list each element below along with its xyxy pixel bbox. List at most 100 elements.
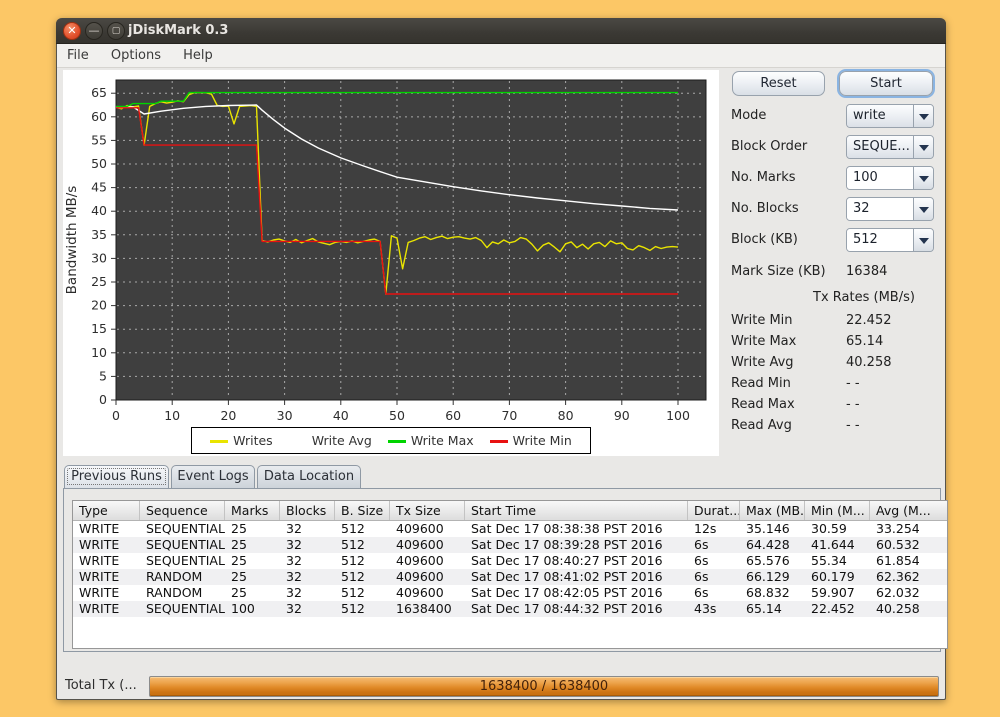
table-row[interactable]: WRITESEQUENTIAL2532512409600Sat Dec 17 0… bbox=[73, 521, 947, 537]
y-axis-label: Bandwidth MB/s bbox=[64, 186, 80, 295]
menubar: File Options Help bbox=[57, 44, 945, 68]
y-tick-label: 60 bbox=[91, 109, 107, 124]
table-cell: 25 bbox=[225, 569, 280, 585]
column-header[interactable]: Max (MB... bbox=[740, 501, 805, 520]
x-tick-label: 80 bbox=[558, 408, 574, 423]
block-order-value: SEQUE... bbox=[847, 136, 913, 158]
read-min-value: - - bbox=[846, 374, 860, 394]
table-cell: 65.14 bbox=[740, 601, 805, 617]
x-tick-label: 30 bbox=[277, 408, 293, 423]
y-tick-label: 30 bbox=[91, 250, 107, 265]
table-cell: 65.576 bbox=[740, 553, 805, 569]
write-max-value: 65.14 bbox=[846, 332, 883, 352]
column-header[interactable]: Sequence bbox=[140, 501, 225, 520]
table-row[interactable]: WRITESEQUENTIAL2532512409600Sat Dec 17 0… bbox=[73, 553, 947, 569]
column-header[interactable]: Start Time bbox=[465, 501, 688, 520]
block-order-select[interactable]: SEQUE... bbox=[846, 135, 934, 159]
table-row[interactable]: WRITESEQUENTIAL2532512409600Sat Dec 17 0… bbox=[73, 537, 947, 553]
table-cell: 409600 bbox=[390, 553, 465, 569]
mode-select[interactable]: write bbox=[846, 104, 934, 128]
column-header[interactable]: Marks bbox=[225, 501, 280, 520]
no-marks-label: No. Marks bbox=[731, 166, 841, 190]
legend-swatch-icon bbox=[289, 440, 307, 443]
table-row[interactable]: WRITERANDOM2532512409600Sat Dec 17 08:41… bbox=[73, 569, 947, 585]
no-blocks-select[interactable]: 32 bbox=[846, 197, 934, 221]
maximize-icon[interactable]: ▢ bbox=[107, 22, 125, 40]
legend-label: Write Min bbox=[513, 433, 572, 448]
table-cell: 60.179 bbox=[805, 569, 870, 585]
no-marks-value[interactable]: 100 bbox=[847, 167, 913, 189]
read-max-label: Read Max bbox=[731, 395, 795, 415]
read-avg-label: Read Avg bbox=[731, 416, 792, 436]
table-row[interactable]: WRITESEQUENTIAL100325121638400Sat Dec 17… bbox=[73, 601, 947, 617]
table-cell: Sat Dec 17 08:41:02 PST 2016 bbox=[465, 569, 688, 585]
chevron-down-icon[interactable] bbox=[913, 167, 933, 189]
x-tick-label: 50 bbox=[389, 408, 405, 423]
legend-swatch-icon bbox=[210, 440, 228, 443]
table-cell: 32 bbox=[280, 569, 335, 585]
table-cell: SEQUENTIAL bbox=[140, 601, 225, 617]
table-cell: 22.452 bbox=[805, 601, 870, 617]
column-header[interactable]: Tx Size bbox=[390, 501, 465, 520]
x-tick-label: 40 bbox=[333, 408, 349, 423]
no-marks-select[interactable]: 100 bbox=[846, 166, 934, 190]
y-tick-label: 0 bbox=[99, 392, 107, 407]
block-kb-value[interactable]: 512 bbox=[847, 229, 913, 251]
table-cell: 35.146 bbox=[740, 521, 805, 537]
minimize-icon[interactable]: — bbox=[85, 22, 103, 40]
table-cell: 6s bbox=[688, 537, 740, 553]
column-header[interactable]: B. Size bbox=[335, 501, 390, 520]
total-tx-progressbar: 1638400 / 1638400 bbox=[149, 676, 939, 697]
menu-options[interactable]: Options bbox=[104, 44, 168, 63]
bandwidth-chart: 0510152025303540455055606501020304050607… bbox=[63, 70, 719, 456]
table-cell: 409600 bbox=[390, 521, 465, 537]
table-cell: 100 bbox=[225, 601, 280, 617]
menu-file[interactable]: File bbox=[60, 44, 96, 63]
read-min-label: Read Min bbox=[731, 374, 791, 394]
column-header[interactable]: Avg (M... bbox=[870, 501, 948, 520]
table-cell: WRITE bbox=[73, 569, 140, 585]
x-tick-label: 100 bbox=[666, 408, 690, 423]
table-cell: 12s bbox=[688, 521, 740, 537]
total-tx-label: Total Tx (... bbox=[65, 675, 137, 697]
chevron-down-icon[interactable] bbox=[913, 136, 933, 158]
chart-canvas: 0510152025303540455055606501020304050607… bbox=[63, 70, 719, 456]
column-header[interactable]: Blocks bbox=[280, 501, 335, 520]
menu-help[interactable]: Help bbox=[176, 44, 220, 63]
tab-data-location[interactable]: Data Location bbox=[257, 465, 361, 488]
desktop-background: ✕ — ▢ jDiskMark 0.3 File Options Help 0 5… bbox=[0, 0, 1000, 717]
reset-button[interactable]: Reset bbox=[732, 71, 825, 96]
table-row[interactable]: WRITERANDOM2532512409600Sat Dec 17 08:42… bbox=[73, 585, 947, 601]
x-tick-label: 10 bbox=[164, 408, 180, 423]
y-tick-label: 35 bbox=[91, 227, 107, 242]
tab-previous-runs[interactable]: Previous Runs bbox=[64, 465, 169, 488]
chevron-down-icon[interactable] bbox=[913, 198, 933, 220]
chevron-down-icon[interactable] bbox=[913, 229, 933, 251]
no-blocks-value[interactable]: 32 bbox=[847, 198, 913, 220]
table-cell: 32 bbox=[280, 585, 335, 601]
progress-text: 1638400 / 1638400 bbox=[150, 677, 938, 696]
start-button[interactable]: Start bbox=[839, 71, 933, 96]
tab-event-logs[interactable]: Event Logs bbox=[171, 465, 255, 488]
column-header[interactable]: Type bbox=[73, 501, 140, 520]
legend-label: Write Max bbox=[411, 433, 474, 448]
table-cell: WRITE bbox=[73, 537, 140, 553]
table-cell: 55.34 bbox=[805, 553, 870, 569]
block-kb-select[interactable]: 512 bbox=[846, 228, 934, 252]
table-cell: 512 bbox=[335, 553, 390, 569]
table-cell: 512 bbox=[335, 521, 390, 537]
titlebar[interactable]: ✕ — ▢ jDiskMark 0.3 bbox=[56, 18, 946, 44]
table-cell: 1638400 bbox=[390, 601, 465, 617]
table-cell: 25 bbox=[225, 521, 280, 537]
y-tick-label: 65 bbox=[91, 85, 107, 100]
mode-value: write bbox=[847, 105, 913, 127]
table-cell: 512 bbox=[335, 601, 390, 617]
x-tick-label: 70 bbox=[501, 408, 517, 423]
close-icon[interactable]: ✕ bbox=[63, 22, 81, 40]
y-tick-label: 55 bbox=[91, 132, 107, 147]
column-header[interactable]: Durat... bbox=[688, 501, 740, 520]
column-header[interactable]: Min (M... bbox=[805, 501, 870, 520]
chevron-down-icon[interactable] bbox=[913, 105, 933, 127]
mark-size-value: 16384 bbox=[846, 262, 887, 282]
table-cell: 512 bbox=[335, 585, 390, 601]
